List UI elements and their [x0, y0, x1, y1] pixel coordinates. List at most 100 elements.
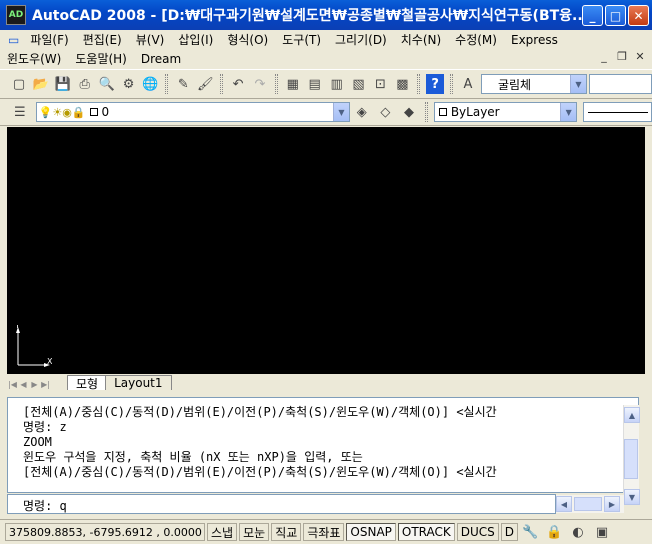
status-toggle-3[interactable]: 극좌표 — [303, 523, 345, 541]
font-combo[interactable]: 굴림체 ▼ — [480, 74, 587, 94]
linetype-preview — [588, 111, 649, 113]
calculator-icon[interactable]: ▩ — [393, 74, 411, 94]
layer-manager-icon[interactable]: ☰ — [10, 102, 30, 122]
pencil-icon[interactable]: ✎ — [174, 74, 192, 94]
autocad-app-icon[interactable]: AD — [6, 5, 26, 25]
layer-color-swatch — [89, 108, 98, 116]
status-toggle-7[interactable]: D — [500, 523, 519, 541]
match-properties-icon[interactable]: 🖌 — [196, 74, 214, 94]
hscroll-thumb[interactable] — [574, 497, 602, 511]
chevron-down-icon[interactable]: ▼ — [332, 103, 349, 121]
doc-minimize-button[interactable]: _ — [596, 50, 612, 65]
menu-item-0[interactable]: 파일(F) — [23, 31, 75, 48]
toolbar-separator — [220, 74, 224, 94]
menu-item-2[interactable]: 뷰(V) — [129, 31, 172, 48]
tool-palettes-icon[interactable]: ▥ — [328, 74, 346, 94]
layer-combo-value: 0 — [101, 105, 110, 119]
menu-item-row2-1[interactable]: 도움말(H) — [68, 50, 134, 67]
doc-close-button[interactable]: ✕ — [632, 50, 648, 65]
scroll-left-icon[interactable]: ◀ — [556, 496, 572, 512]
save-icon[interactable]: 💾 — [54, 74, 72, 94]
menu-item-5[interactable]: 도구(T) — [275, 31, 328, 48]
status-toggle-1[interactable]: 모눈 — [239, 523, 270, 541]
globe-icon[interactable]: 🌐 — [142, 74, 160, 94]
design-center-icon[interactable]: ▤ — [306, 74, 324, 94]
layers-toolbar: ☰ 💡☀◉🔒 0 ▼ ◈ ◇ ◆ ByLayer ▼ — [0, 99, 652, 126]
color-swatch — [438, 108, 447, 116]
undo-icon[interactable]: ↶ — [229, 74, 247, 94]
status-bar: 375809.8853, -6795.6912 , 0.0000 스냅 모눈 직교 극… — [0, 519, 652, 544]
color-combo[interactable]: ByLayer ▼ — [433, 102, 578, 122]
wrench-icon[interactable]: 🔧 — [520, 522, 540, 542]
open-folder-icon[interactable]: 📂 — [32, 74, 50, 94]
sheet-set-icon[interactable]: ▧ — [350, 74, 368, 94]
font-combo-value: 굴림체 — [497, 77, 532, 92]
coordinate-readout[interactable]: 375809.8853, -6795.6912 , 0.0000 — [5, 523, 205, 541]
first-tab-icon[interactable]: |◀ — [7, 378, 18, 390]
status-toggle-6[interactable]: DUCS — [456, 523, 499, 541]
title-bar: AD AutoCAD 2008 - [D:₩대구과기원₩설계도면₩공종별₩철골공… — [0, 0, 652, 30]
menu-item-row2-0[interactable]: 윈도우(W) — [0, 50, 68, 67]
prev-tab-icon[interactable]: ◀ — [18, 378, 29, 390]
command-hscrollbar[interactable]: ◀ ▶ — [556, 495, 624, 513]
scroll-down-icon[interactable]: ▼ — [624, 489, 640, 505]
publish-icon[interactable]: ⚙ — [120, 74, 138, 94]
plot-preview-icon[interactable]: 🔍 — [98, 74, 116, 94]
layer-state-icons: 💡☀◉🔒 — [38, 105, 86, 119]
markup-icon[interactable]: ⊡ — [372, 74, 390, 94]
status-toggles: 스냅 모눈 직교 극좌표 OSNAP OTRACK DUCS D — [205, 523, 519, 541]
text-style-icon[interactable]: A — [459, 74, 477, 94]
layer-combo[interactable]: 💡☀◉🔒 0 ▼ — [35, 102, 350, 122]
toolbar-separator — [417, 74, 421, 94]
new-file-icon[interactable]: ▢ — [10, 74, 28, 94]
drawing-area[interactable]: Y X — [7, 127, 645, 374]
menu-item-4[interactable]: 형식(O) — [220, 31, 275, 48]
dimstyle-combo[interactable] — [588, 74, 652, 94]
scroll-thumb[interactable] — [624, 439, 638, 479]
minimize-button[interactable]: _ — [582, 5, 603, 26]
chevron-down-icon[interactable]: ▼ — [560, 103, 577, 121]
menu-item-8[interactable]: 수정(M) — [448, 31, 504, 48]
layout-tabs-bar: |◀ ◀ ▶ ▶| 모형 Layout1 — [7, 374, 645, 391]
tab-layout1[interactable]: Layout1 — [105, 375, 172, 390]
status-toggle-4[interactable]: OSNAP — [346, 523, 396, 541]
next-tab-icon[interactable]: ▶ — [29, 378, 40, 390]
layer-icon[interactable]: ◆ — [399, 102, 419, 122]
scroll-right-icon[interactable]: ▶ — [604, 496, 620, 512]
command-history: [전체(A)/중심(C)/동적(D)/범위(E)/이전(P)/축척(S)/윈도우… — [7, 397, 639, 493]
chevron-down-icon[interactable]: ▼ — [569, 75, 586, 93]
menu-row-1: ▭ 파일(F) 편집(E) 뷰(V) 삽입(I) 형식(O) 도구(T) 그리기(D) 치수(… — [0, 30, 652, 49]
menu-item-7[interactable]: 치수(N) — [394, 31, 448, 48]
doc-restore-button[interactable]: ❐ — [614, 50, 630, 65]
properties-icon[interactable]: ▦ — [284, 74, 302, 94]
help-icon[interactable]: ? — [426, 74, 445, 94]
redo-icon[interactable]: ↷ — [251, 74, 269, 94]
status-toggle-0[interactable]: 스냅 — [207, 523, 238, 541]
maximize-button[interactable]: □ — [605, 5, 626, 26]
comm-center-icon[interactable]: ◐ — [568, 522, 588, 542]
make-current-layer-icon[interactable]: ◈ — [352, 102, 372, 122]
menu-item-row2-2[interactable]: Dream — [134, 52, 188, 66]
clean-screen-icon[interactable]: ▣ — [592, 522, 612, 542]
print-icon[interactable]: ⎙ — [76, 74, 94, 94]
menu-item-6[interactable]: 그리기(D) — [328, 31, 394, 48]
ucs-y-label: Y — [14, 325, 20, 330]
menu-item-3[interactable]: 삽입(I) — [171, 31, 220, 48]
command-scrollbar[interactable]: ▲ ▼ — [623, 405, 640, 505]
scroll-up-icon[interactable]: ▲ — [624, 407, 640, 423]
tab-model[interactable]: 모형 — [67, 375, 108, 391]
close-button[interactable]: ✕ — [628, 5, 649, 26]
lock-icon[interactable]: 🔒 — [544, 522, 564, 542]
document-icon[interactable]: ▭ — [0, 33, 23, 47]
menu-bar: ▭ 파일(F) 편집(E) 뷰(V) 삽입(I) 형식(O) 도구(T) 그리기(D) 치수(… — [0, 30, 652, 68]
ucs-x-label: X — [47, 357, 52, 366]
layer-previous-icon[interactable]: ◇ — [376, 102, 396, 122]
status-toggle-5[interactable]: OTRACK — [397, 523, 455, 541]
status-toggle-2[interactable]: 직교 — [271, 523, 302, 541]
last-tab-icon[interactable]: ▶| — [40, 378, 51, 390]
linetype-combo[interactable] — [583, 102, 652, 122]
command-input[interactable]: 명령: q — [7, 494, 556, 514]
command-line: 명령: z — [23, 420, 67, 434]
menu-item-9[interactable]: Express — [504, 33, 565, 47]
menu-item-1[interactable]: 편집(E) — [76, 31, 129, 48]
